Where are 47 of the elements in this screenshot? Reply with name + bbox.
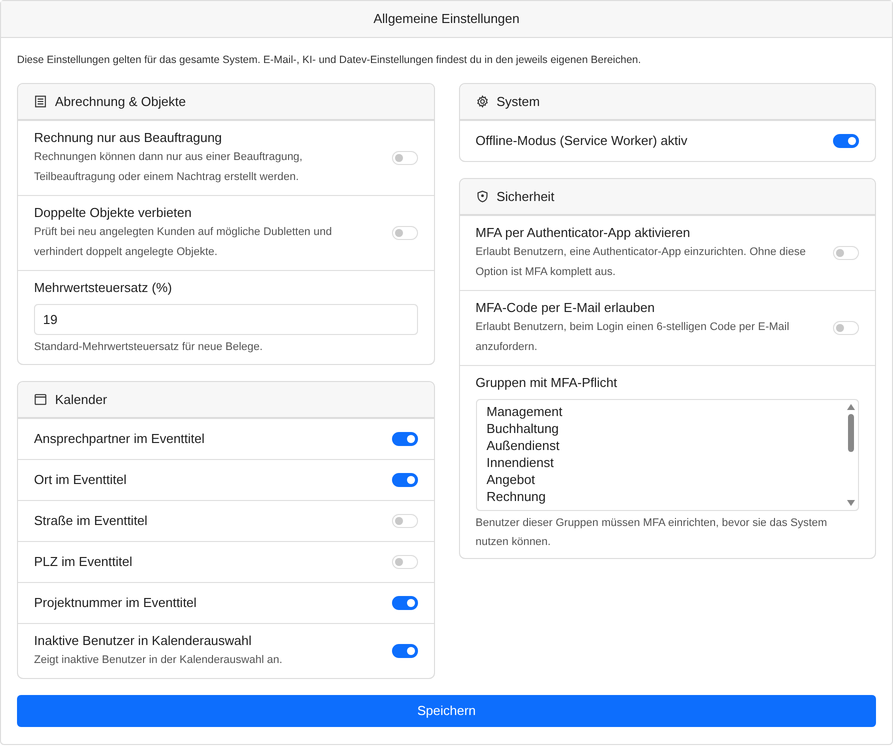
setting-description: Zeigt inaktive Benutzer in der Kalenderauswahl an. — [34, 652, 282, 668]
intro-text: Diese Einstellungen gelten für das gesamte System. E-Mail-, KI- und Datev-Einstellungen findest du in den jeweils eigenen Bereichen. — [17, 53, 642, 68]
toggle-switch[interactable] — [392, 596, 418, 610]
field-description: Standard-Mehrwertsteuersatz für neue Belege. — [34, 340, 264, 355]
card-title: Kalender — [55, 390, 108, 408]
listbox-option[interactable]: Management — [486, 402, 844, 420]
setting-label: Doppelte Objekte verbieten — [34, 204, 193, 222]
setting-description: Erlaubt Benutzern, beim Login einen 6-stelligen Code per E-Mail anzufordern. — [476, 320, 790, 355]
card-title: Abrechnung & Objekte — [55, 92, 186, 111]
field-description: Benutzer dieser Gruppen müssen MFA einrichten, bevor sie das System nutzen können. — [476, 516, 828, 550]
shield-icon — [476, 190, 488, 203]
settings-icon — [476, 94, 488, 108]
listbox-option[interactable]: Innendienst — [486, 454, 844, 471]
setting-label: Ort im Eventtitel — [34, 470, 126, 489]
page-title: Allgemeine Einstellungen — [374, 10, 520, 28]
calendar-icon — [34, 392, 47, 406]
field-label: Mehrwertsteuersatz (%) — [34, 278, 173, 297]
listbox-option[interactable]: Buchhaltung — [486, 420, 844, 437]
listbox-option[interactable]: Außendienst — [486, 436, 844, 454]
scrollbar-thumb[interactable] — [848, 414, 854, 452]
card-title: Sicherheit — [496, 188, 554, 206]
listbox-option[interactable]: Angebot — [486, 470, 844, 488]
setting-label: MFA per Authenticator-App aktivieren — [476, 224, 692, 242]
toggle-switch[interactable] — [392, 432, 418, 446]
setting-label: Straße im Eventtitel — [34, 512, 148, 530]
document-list-icon — [34, 94, 47, 108]
vat-input-field[interactable]: 19 — [34, 304, 418, 335]
setting-label: Projektnummer im Eventtitel — [34, 594, 197, 612]
scroll-down-icon[interactable] — [847, 500, 855, 506]
setting-label: Rechnung nur aus Beauftragung — [34, 128, 223, 147]
setting-description: Rechnungen können dann nur aus einer Beauftragung, Teilbeauftragung oder einem Nachtrag erstellt werden. — [34, 150, 304, 185]
setting-label: PLZ im Eventtitel — [34, 552, 132, 571]
listbox-option[interactable]: Rechnung — [486, 488, 844, 505]
setting-description: Erlaubt Benutzern, eine Authenticator-App einzurichten. Ohne diese Option ist MFA komplett aus. — [476, 244, 807, 280]
scroll-up-icon[interactable] — [847, 404, 855, 410]
toggle-switch[interactable] — [833, 134, 859, 148]
toggle-switch[interactable] — [392, 472, 418, 487]
group-listbox[interactable]: Management Buchhaltung Außendienst Innendienst Angebot Rechnung — [476, 398, 859, 511]
setting-description: Prüft bei neu angelegten Kunden auf mögliche Dubletten und verhindert doppelt angelegte Objekte. — [34, 224, 333, 260]
card-title: System — [496, 92, 540, 111]
save-button[interactable]: Speichern — [17, 694, 876, 727]
setting-label: Offline-Modus (Service Worker) aktiv — [476, 132, 688, 150]
setting-label: Inaktive Benutzer in Kalenderauswahl — [34, 632, 253, 650]
toggle-switch[interactable] — [392, 644, 418, 658]
setting-label: MFA-Code per E-Mail erlauben — [476, 298, 656, 317]
setting-label: Ansprechpartner im Eventtitel — [34, 430, 205, 448]
field-label: Gruppen mit MFA-Pflicht — [476, 374, 618, 392]
